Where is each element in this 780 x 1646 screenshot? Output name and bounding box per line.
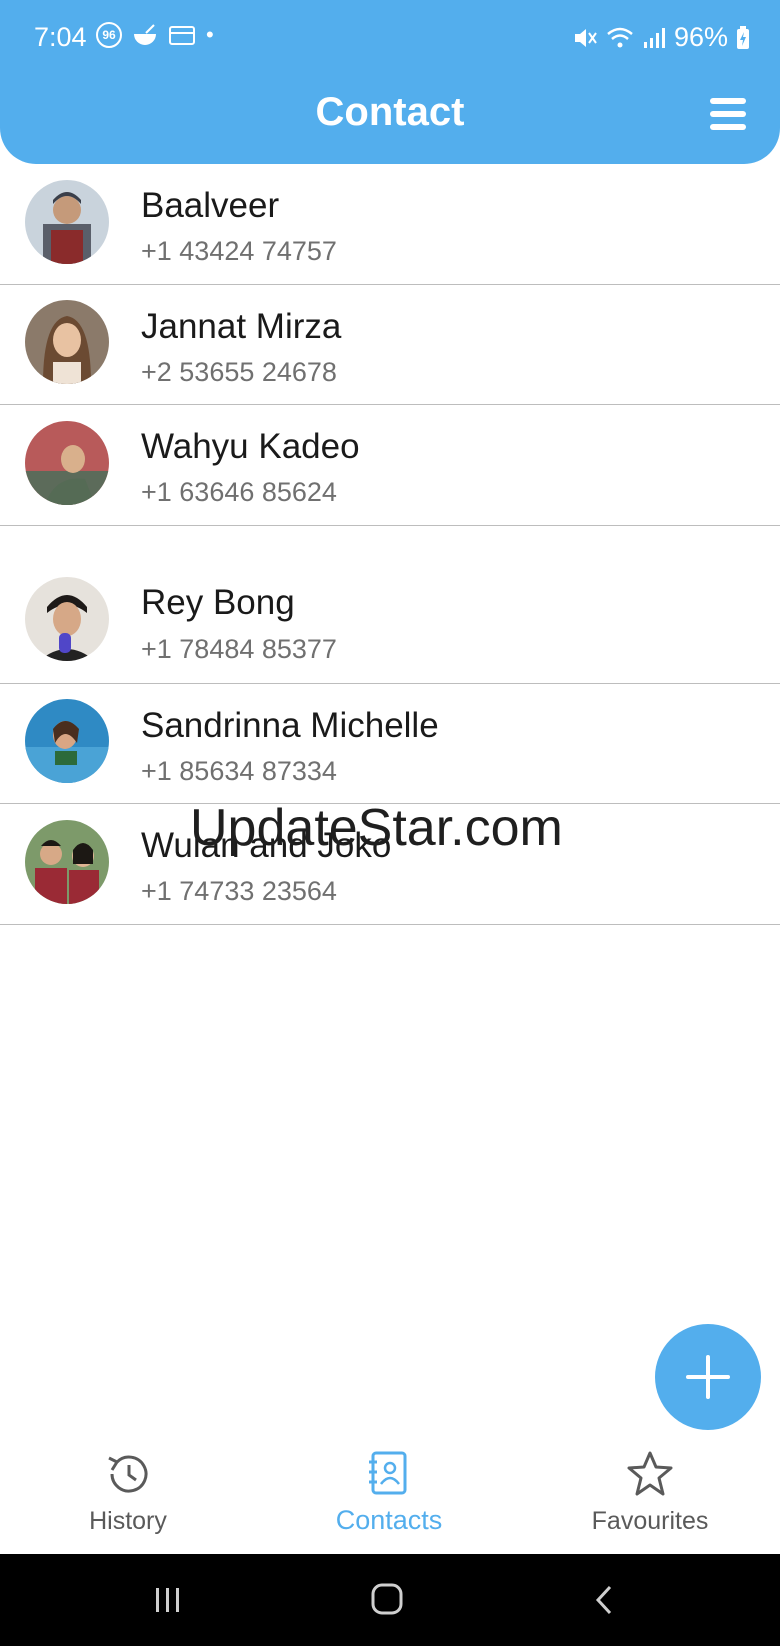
dot-icon: • — [206, 22, 214, 47]
status-system-icons: 96% — [572, 22, 750, 53]
watermark-text: UpdateStar.com — [190, 799, 563, 857]
contact-name: Jannat Mirza — [141, 307, 342, 346]
status-bar: 7:04 96 • 96% — [0, 0, 780, 78]
avatar — [25, 300, 109, 384]
bottom-nav: History Contacts Favourites — [0, 1450, 780, 1554]
signal-icon — [643, 27, 665, 48]
contact-name: Wahyu Kadeo — [141, 427, 360, 466]
back-icon[interactable] — [592, 1584, 616, 1616]
nav-label-history: History — [89, 1507, 167, 1535]
contact-phone: +1 63646 85624 — [141, 477, 337, 507]
contacts-book-icon — [369, 1451, 407, 1495]
nav-label-favourites: Favourites — [591, 1507, 709, 1535]
star-icon — [627, 1451, 673, 1496]
system-nav-bar — [0, 1554, 780, 1646]
avatar — [25, 421, 109, 505]
wifi-icon — [607, 27, 633, 47]
card-icon — [169, 26, 195, 45]
mute-icon — [574, 28, 597, 47]
history-icon — [108, 1455, 148, 1493]
contact-phone: +2 53655 24678 — [141, 357, 337, 387]
nav-label-contacts: Contacts — [335, 1505, 443, 1535]
contact-row[interactable]: Jannat Mirza +2 53655 24678 — [0, 285, 780, 405]
contact-phone: +1 43424 74757 — [141, 236, 337, 266]
status-notification-icons: 96 • — [96, 22, 214, 48]
nav-item-contacts[interactable]: Contacts — [289, 1450, 489, 1536]
status-time: 7:04 — [34, 22, 87, 52]
recent-apps-icon[interactable] — [152, 1584, 184, 1616]
avatar — [25, 577, 109, 661]
contact-name: Rey Bong — [141, 583, 295, 622]
home-icon[interactable] — [370, 1582, 404, 1616]
notification-badge-icon: 96 — [96, 22, 122, 48]
avatar — [25, 820, 109, 904]
battery-percent: 96% — [673, 22, 728, 52]
nav-item-favourites[interactable]: Favourites — [550, 1450, 750, 1536]
contact-row[interactable]: Sandrinna Michelle +1 85634 87334 — [0, 684, 780, 804]
contact-row[interactable]: Wahyu Kadeo +1 63646 85624 — [0, 405, 780, 526]
add-contact-button[interactable] — [655, 1324, 761, 1430]
page-title: Contact — [315, 90, 465, 134]
hamburger-menu-icon[interactable] — [710, 98, 746, 130]
avatar — [25, 699, 109, 783]
battery-charging-icon — [737, 25, 749, 49]
contact-phone: +1 78484 85377 — [141, 634, 337, 664]
contact-phone: +1 74733 23564 — [141, 876, 337, 906]
nav-item-history[interactable]: History — [28, 1450, 228, 1536]
contact-name: Baalveer — [141, 186, 280, 225]
contact-name: Sandrinna Michelle — [141, 706, 439, 745]
app-header: 7:04 96 • 96% Contact — [0, 0, 780, 164]
contact-row[interactable]: Baalveer +1 43424 74757 — [0, 164, 780, 285]
bowl-icon — [134, 24, 156, 45]
contact-row[interactable]: Rey Bong +1 78484 85377 — [0, 526, 780, 684]
contact-phone: +1 85634 87334 — [141, 756, 337, 786]
avatar — [25, 180, 109, 264]
